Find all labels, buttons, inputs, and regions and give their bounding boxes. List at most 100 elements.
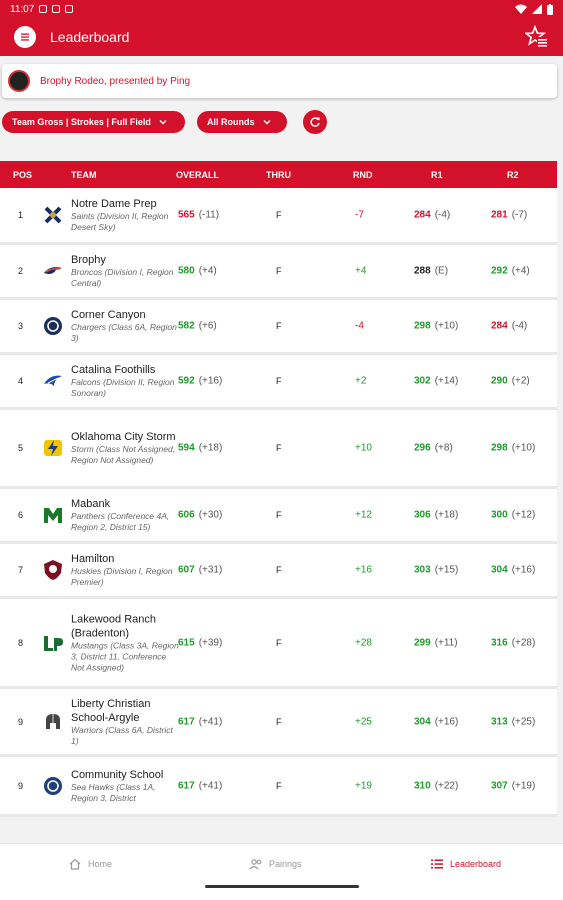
round2-score: 313 (+25): [491, 716, 535, 727]
round2-score-to-par: (+16): [511, 564, 536, 576]
team-name: Community School: [71, 768, 164, 781]
round1-score-strokes: 302: [414, 375, 431, 387]
overall-score: 607 (+31): [178, 565, 222, 576]
table-row[interactable]: 9 Community School Sea Hawks (Class 1A, Re…: [0, 757, 557, 817]
nav-home[interactable]: Home: [68, 857, 112, 871]
home-icon: [69, 858, 81, 870]
overall-score: 617 (+41): [178, 780, 222, 791]
round2-score-strokes: 292: [491, 265, 508, 277]
overall-score-to-par: (+30): [198, 509, 223, 521]
col-pos: POS: [13, 170, 33, 180]
team-name: Lakewood Ranch (Bradenton): [71, 613, 157, 639]
scoring-filter-dropdown[interactable]: Team Gross | Strokes | Full Field: [2, 111, 185, 133]
thru: F: [276, 266, 282, 276]
storm-logo: [44, 440, 62, 456]
table-row[interactable]: 7 Hamilton Huskies (Division I, Region Pre…: [0, 544, 557, 599]
round-to-par: +2: [355, 375, 367, 387]
event-card[interactable]: Brophy Rodeo, presented by Ping: [2, 64, 557, 98]
thru: F: [276, 716, 282, 727]
round1-score-strokes: 298: [414, 320, 431, 332]
broncos-logo: [44, 267, 62, 274]
table-row[interactable]: 9 Liberty Christian School-Argyle Warriors…: [0, 689, 557, 757]
round1-score-to-par: (+22): [434, 780, 459, 791]
team-info: Mabank Panthers (Conference 4A, Region 2,…: [71, 497, 179, 533]
table-header: POS TEAM OVERALL THRU RND R1 R2: [0, 161, 557, 188]
round1-score-strokes: 296: [414, 442, 431, 454]
round1-score: 298 (+10): [414, 321, 458, 332]
nav-pairings[interactable]: Pairings: [249, 857, 302, 871]
team-info: Oklahoma City Storm Storm (Class Not Assi…: [71, 430, 179, 466]
round2-score-strokes: 290: [491, 375, 508, 387]
shield-icon: [52, 5, 61, 13]
round-to-par: +28: [355, 637, 372, 648]
team-details: Warriors (Class 6A, District 1): [71, 724, 173, 746]
position: 3: [18, 321, 24, 331]
position: 9: [18, 780, 24, 791]
gesture-handle[interactable]: [205, 885, 359, 888]
team-name: Hamilton: [71, 553, 115, 565]
thru: F: [276, 321, 282, 331]
round2-score-to-par: (+2): [511, 375, 530, 387]
huskies-logo: [44, 560, 62, 580]
round1-score: 288 (E): [414, 266, 448, 277]
menu-button[interactable]: [14, 26, 36, 48]
refresh-button[interactable]: [303, 110, 327, 134]
table-row[interactable]: 5 Oklahoma City Storm Storm (Class Not Ass…: [0, 410, 557, 489]
nav-leaderboard[interactable]: Leaderboard: [430, 857, 501, 871]
position: 8: [18, 637, 24, 648]
favorites-star-icon[interactable]: [525, 25, 549, 49]
saints-logo: [44, 206, 62, 224]
round2-score-strokes: 304: [491, 564, 508, 576]
app-bar: Leaderboard: [0, 18, 563, 56]
overall-score: 617 (+41): [178, 716, 222, 727]
round-to-par: +19: [355, 780, 372, 791]
overall-score-strokes: 565: [178, 209, 195, 221]
team-info: Corner Canyon Chargers (Class 6A, Region …: [71, 308, 179, 344]
round2-score-strokes: 281: [491, 209, 508, 221]
overall-score: 592 (+16): [178, 376, 222, 387]
round2-score-strokes: 284: [491, 320, 508, 332]
team-details: Saints (Division II, Region Desert Sky): [71, 211, 169, 232]
round1-score: 299 (+11): [414, 637, 458, 648]
overall-score: 594 (+18): [178, 443, 222, 454]
team-name: Notre Dame Prep: [71, 198, 157, 210]
table-row[interactable]: 6 Mabank Panthers (Conference 4A, Region 2…: [0, 489, 557, 544]
table-row[interactable]: 8 Lakewood Ranch (Bradenton) Mustangs (Cla…: [0, 599, 557, 689]
overall-score-to-par: (+31): [198, 564, 223, 576]
scoring-filter-label: Team Gross | Strokes | Full Field: [12, 117, 151, 127]
nav-leaderboard-label: Leaderboard: [450, 859, 502, 869]
rounds-filter-dropdown[interactable]: All Rounds: [197, 111, 287, 133]
team-info: Liberty Christian School-Argyle Warriors …: [71, 697, 179, 747]
round1-score: 284 (-4): [414, 210, 450, 221]
chevron-down-icon: [159, 120, 167, 125]
table-row[interactable]: 4 Catalina Foothills Falcons (Division II,…: [0, 355, 557, 410]
table-row[interactable]: 2 Brophy Broncos (Division I, Region Centr…: [0, 245, 557, 300]
team-details: Broncos (Division I, Region Central): [71, 267, 174, 288]
round1-score: 302 (+14): [414, 376, 458, 387]
round2-score-strokes: 313: [491, 716, 508, 727]
round2-score: 304 (+16): [491, 565, 535, 576]
round-to-par: +12: [355, 509, 372, 521]
round2-score: 316 (+28): [491, 637, 535, 648]
table-body: 1 Notre Dame Prep Saints (Division II, Reg…: [0, 188, 557, 817]
alert-icon: [65, 5, 74, 13]
round1-score-to-par: (+14): [434, 375, 459, 387]
table-row[interactable]: 3 Corner Canyon Chargers (Class 6A, Region…: [0, 300, 557, 355]
round2-score-to-par: (-4): [511, 320, 528, 332]
overall-score-to-par: (+41): [198, 780, 223, 791]
wifi-icon: [515, 4, 527, 14]
round1-score-to-par: (-4): [434, 209, 451, 221]
thru: F: [276, 376, 282, 386]
round2-score: 298 (+10): [491, 443, 535, 454]
round-to-par: +25: [355, 716, 372, 727]
round-to-par: -4: [355, 320, 364, 332]
round-to-par: +10: [355, 442, 372, 454]
overall-score: 565 (-11): [178, 210, 219, 221]
col-overall: OVERALL: [176, 170, 220, 180]
overall-score-strokes: 582: [178, 320, 195, 332]
table-row[interactable]: 1 Notre Dame Prep Saints (Division II, Reg…: [0, 188, 557, 245]
thru: F: [276, 210, 282, 220]
round1-score-strokes: 304: [414, 716, 431, 727]
overall-score-strokes: 594: [178, 442, 195, 454]
overall-score-to-par: (+18): [198, 442, 223, 454]
